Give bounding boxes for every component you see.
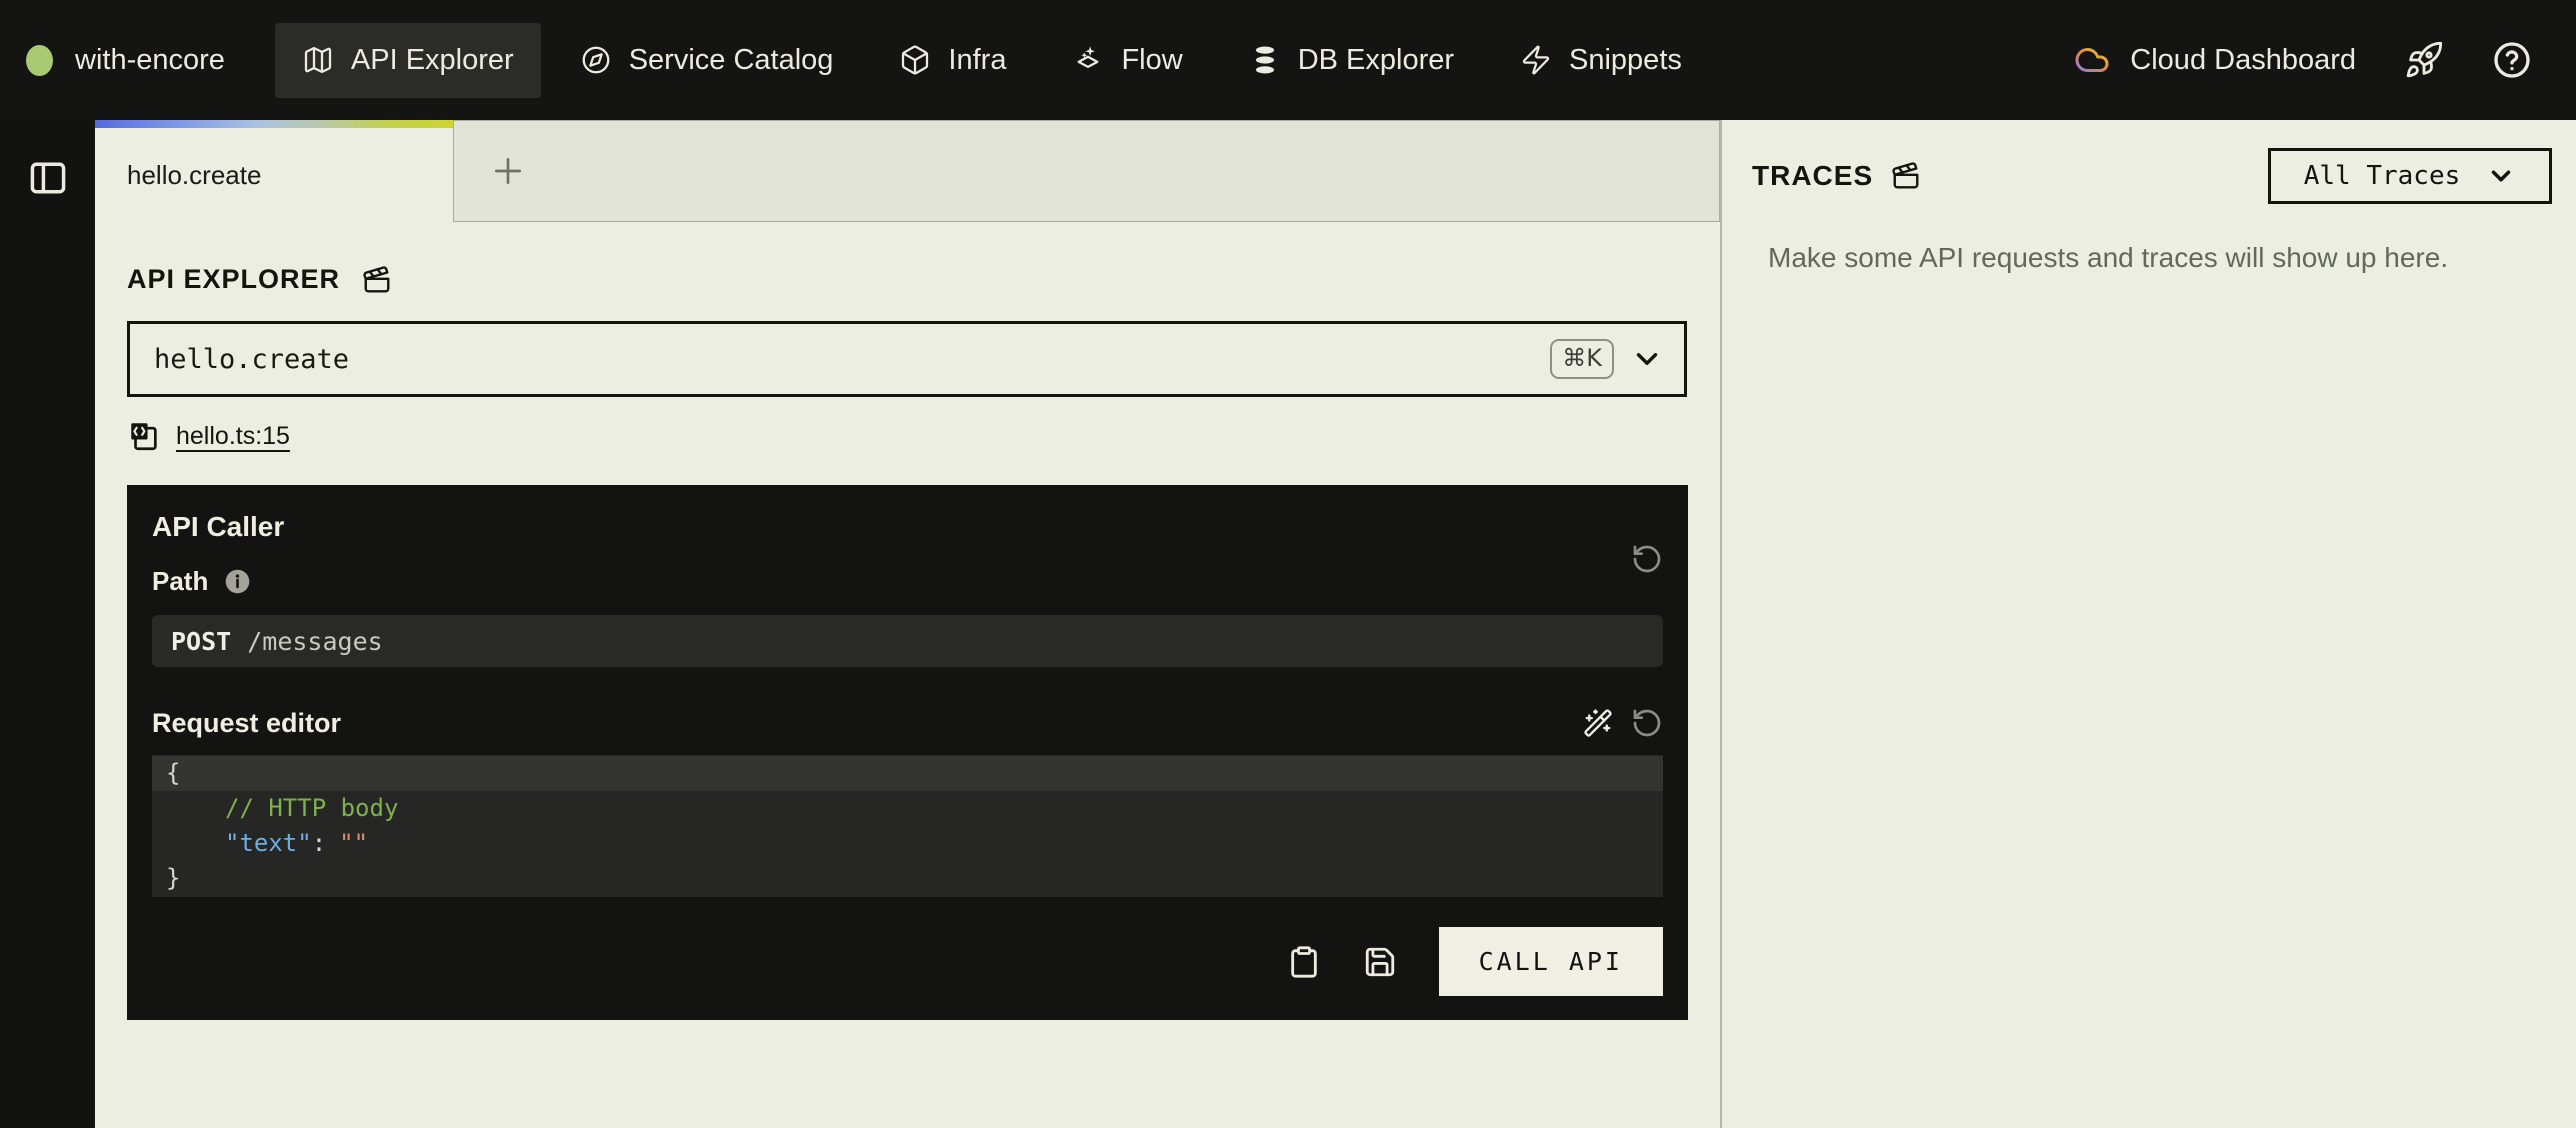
editor-line: // HTTP body xyxy=(152,791,1663,826)
generate-payload-button[interactable] xyxy=(1583,708,1613,738)
api-caller-panel: API Caller Path xyxy=(127,485,1688,1020)
traces-filter-value: All Traces xyxy=(2304,161,2461,191)
save-request-button[interactable] xyxy=(1363,945,1397,979)
rotate-ccw-icon xyxy=(1631,707,1663,739)
nav-item-service-catalog[interactable]: Service Catalog xyxy=(553,23,861,98)
http-method: POST xyxy=(171,627,231,656)
tab-bar: hello.create xyxy=(95,120,1720,222)
flow-diamond-icon xyxy=(1072,44,1104,76)
request-editor[interactable]: { // HTTP body "text":"" } xyxy=(152,755,1663,897)
main-area: hello.create API EXPLORER xyxy=(0,120,2576,1128)
traces-header: TRACES All Traces xyxy=(1752,148,2552,204)
shortcut-badge: ⌘K xyxy=(1550,339,1614,379)
left-sidebar xyxy=(0,120,95,1128)
lightning-icon xyxy=(1520,44,1552,76)
compass-icon xyxy=(580,44,612,76)
editor-line: "text":"" xyxy=(152,826,1663,861)
page-title: API EXPLORER xyxy=(127,264,340,295)
help-button[interactable] xyxy=(2492,40,2532,80)
primary-nav: API Explorer Service Catalog Infra Flow xyxy=(275,23,1709,98)
traces-title: TRACES xyxy=(1752,160,1873,192)
endpoint-select[interactable]: hello.create ⌘K xyxy=(127,321,1687,397)
nav-item-label: Service Catalog xyxy=(629,44,834,77)
source-file-link[interactable]: hello.ts:15 xyxy=(176,422,290,451)
nav-item-db-explorer[interactable]: DB Explorer xyxy=(1222,23,1481,98)
request-editor-title: Request editor xyxy=(152,708,341,739)
app-name: with-encore xyxy=(75,44,225,77)
cloud-icon xyxy=(2074,42,2110,78)
request-editor-header: Request editor xyxy=(152,707,1663,739)
cube-icon xyxy=(899,44,931,76)
api-explorer-content: API EXPLORER hello.create ⌘K xyxy=(95,222,1720,1020)
path-row: Path xyxy=(152,565,1663,597)
nav-item-api-explorer[interactable]: API Explorer xyxy=(275,23,541,98)
nav-item-snippets[interactable]: Snippets xyxy=(1493,23,1709,98)
encore-dev-dashboard: with-encore API Explorer Service Catalog xyxy=(0,0,2576,1128)
nav-item-label: Infra xyxy=(948,44,1006,77)
clapperboard-icon xyxy=(1891,161,1921,191)
rocket-icon xyxy=(2404,40,2444,80)
app-brand: with-encore xyxy=(26,44,225,77)
editor-line: } xyxy=(152,861,1663,896)
clapperboard-icon xyxy=(362,265,392,295)
top-nav: with-encore API Explorer Service Catalog xyxy=(0,0,2576,120)
file-code-icon xyxy=(127,419,161,453)
copy-request-button[interactable] xyxy=(1287,945,1321,979)
call-api-button[interactable]: CALL API xyxy=(1439,927,1663,996)
nav-item-label: Flow xyxy=(1121,44,1182,77)
nav-item-label: API Explorer xyxy=(351,44,514,77)
tab-hello-create[interactable]: hello.create xyxy=(95,120,453,222)
path-label: Path xyxy=(152,566,208,597)
app-status-dot xyxy=(26,45,53,76)
help-circle-icon xyxy=(2492,40,2532,80)
tab-strip xyxy=(453,120,1720,222)
map-icon xyxy=(302,44,334,76)
info-icon xyxy=(224,568,251,595)
endpoint-select-value: hello.create xyxy=(154,344,349,375)
nav-item-label: Snippets xyxy=(1569,44,1682,77)
wand-sparkles-icon xyxy=(1583,708,1613,738)
api-caller-footer: CALL API xyxy=(152,927,1663,996)
nav-item-label: DB Explorer xyxy=(1298,44,1454,77)
tab-label: hello.create xyxy=(127,160,261,191)
editor-line: { xyxy=(152,756,1663,791)
request-path-display: POST /messages xyxy=(152,615,1663,667)
nav-right-group: Cloud Dashboard xyxy=(2074,40,2532,80)
save-icon xyxy=(1363,945,1397,979)
chevron-down-icon xyxy=(1630,342,1664,376)
cloud-dashboard-label: Cloud Dashboard xyxy=(2130,44,2356,77)
http-path: /messages xyxy=(247,627,382,656)
traces-filter-select[interactable]: All Traces xyxy=(2268,148,2552,204)
nav-item-infra[interactable]: Infra xyxy=(872,23,1033,98)
editor-actions xyxy=(1583,707,1663,739)
reset-path-button[interactable] xyxy=(1631,543,1663,575)
sidebar-toggle-button[interactable] xyxy=(26,156,70,200)
video-guide-button[interactable] xyxy=(362,265,392,295)
traces-video-guide-button[interactable] xyxy=(1891,161,1921,191)
traces-panel: TRACES All Traces Make some API requests… xyxy=(1722,120,2576,1128)
new-tab-button[interactable] xyxy=(488,151,528,191)
rotate-ccw-icon xyxy=(1631,543,1663,575)
panel-left-icon xyxy=(26,156,70,200)
traces-empty-message: Make some API requests and traces will s… xyxy=(1752,242,2552,274)
chevron-down-icon xyxy=(2486,161,2516,191)
database-icon xyxy=(1249,44,1281,76)
active-tab-gradient xyxy=(95,120,453,128)
source-link-row: hello.ts:15 xyxy=(127,419,1720,453)
launch-rocket-button[interactable] xyxy=(2404,40,2444,80)
plus-icon xyxy=(488,151,528,191)
workspace: hello.create API EXPLORER xyxy=(95,120,1720,1128)
cloud-dashboard-link[interactable]: Cloud Dashboard xyxy=(2074,42,2356,78)
clipboard-icon xyxy=(1287,945,1321,979)
path-info-button[interactable] xyxy=(224,568,251,595)
nav-item-flow[interactable]: Flow xyxy=(1045,23,1209,98)
reset-editor-button[interactable] xyxy=(1631,707,1663,739)
page-heading: API EXPLORER xyxy=(127,264,1720,295)
api-caller-title: API Caller xyxy=(152,511,1663,543)
